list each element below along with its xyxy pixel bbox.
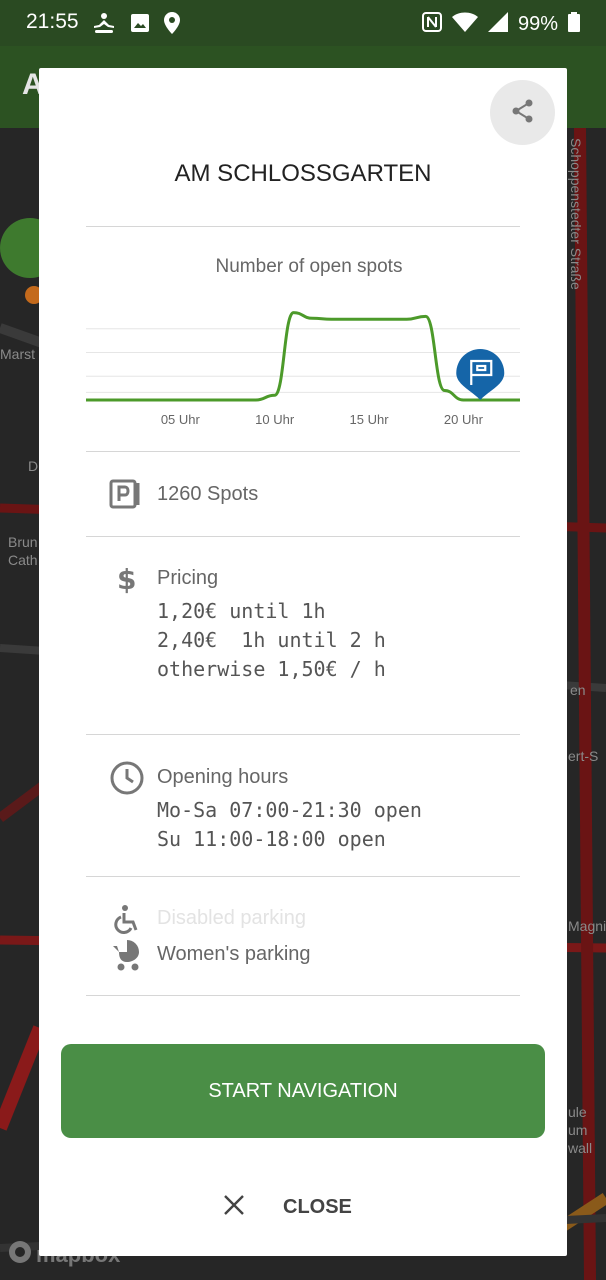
chart-x-ticks: 05 Uhr 10 Uhr 15 Uhr 20 Uhr	[161, 412, 484, 427]
nfc-icon	[421, 12, 442, 36]
clock-icon	[109, 760, 145, 800]
chart-x-tick-label: 15 Uhr	[350, 412, 390, 427]
womens-parking-label: Women's parking	[157, 943, 311, 965]
image-icon	[130, 13, 150, 37]
chart-x-tick-label: 05 Uhr	[161, 412, 201, 427]
chart-x-tick-label: 20 Uhr	[444, 412, 484, 427]
divider	[86, 995, 520, 996]
pricing-label: Pricing	[157, 567, 219, 589]
dollar-icon: $	[115, 563, 137, 598]
map-street-label: Marst	[0, 346, 35, 362]
parking-icon	[109, 479, 143, 513]
svg-text:$: $	[117, 564, 136, 594]
status-time: 21:55	[26, 10, 79, 33]
opening-hours-line: Su 11:00-18:00 open	[157, 827, 386, 851]
opening-hours-label: Opening hours	[157, 766, 289, 788]
wheelchair-icon	[113, 904, 143, 938]
map-street-label: wall	[568, 1140, 593, 1156]
chart-grid	[86, 328, 520, 393]
share-button[interactable]	[490, 80, 555, 145]
divider	[86, 876, 520, 877]
signal-icon	[487, 12, 508, 36]
map-street-label: D	[28, 458, 39, 474]
map-street-label: um	[568, 1122, 588, 1138]
map-street-label: Cath	[8, 552, 38, 568]
close-label: CLOSE	[283, 1195, 352, 1218]
parking-detail-dialog: AM SCHLOSSGARTEN Number of open spots 05…	[39, 68, 567, 1256]
mapbox-logo-icon	[8, 1240, 32, 1270]
pricing-line: otherwise 1,50€ / h	[157, 657, 386, 681]
map-street-label: Magni	[568, 918, 606, 934]
location-pin-icon	[164, 12, 180, 38]
chart-line	[86, 311, 520, 402]
map-street-label: en	[570, 682, 586, 698]
opening-hours-line: Mo-Sa 07:00-21:30 open	[157, 798, 422, 822]
close-button[interactable]: CLOSE	[223, 1194, 352, 1220]
map-street-label: ert-S	[568, 748, 599, 764]
divider	[86, 734, 520, 735]
divider	[86, 451, 520, 452]
battery-icon	[568, 12, 580, 36]
disabled-parking-label: Disabled parking	[157, 907, 306, 929]
pricing-line: 2,40€ 1h until 2 h	[157, 628, 386, 652]
chart-x-tick-label: 10 Uhr	[255, 412, 295, 427]
status-bar: 21:55 99%	[0, 0, 606, 46]
map-street-label: ule	[568, 1104, 587, 1120]
divider	[86, 226, 520, 227]
stroller-icon	[111, 938, 145, 976]
pricing-line: 1,20€ until 1h	[157, 599, 326, 623]
wifi-icon	[451, 12, 478, 36]
parking-title: AM SCHLOSSGARTEN	[174, 160, 432, 187]
meditation-icon	[92, 12, 116, 38]
occupancy-chart: 05 Uhr 10 Uhr 15 Uhr 20 Uhr	[86, 311, 520, 427]
chart-title: Number of open spots	[215, 256, 403, 277]
close-icon	[223, 1194, 245, 1220]
start-navigation-button[interactable]: START NAVIGATION	[61, 1044, 545, 1138]
share-icon	[512, 99, 534, 127]
divider	[86, 536, 520, 537]
map-street-label: Brun	[8, 534, 38, 550]
battery-percentage: 99%	[517, 12, 558, 35]
spots-count: 1260 Spots	[157, 483, 259, 505]
